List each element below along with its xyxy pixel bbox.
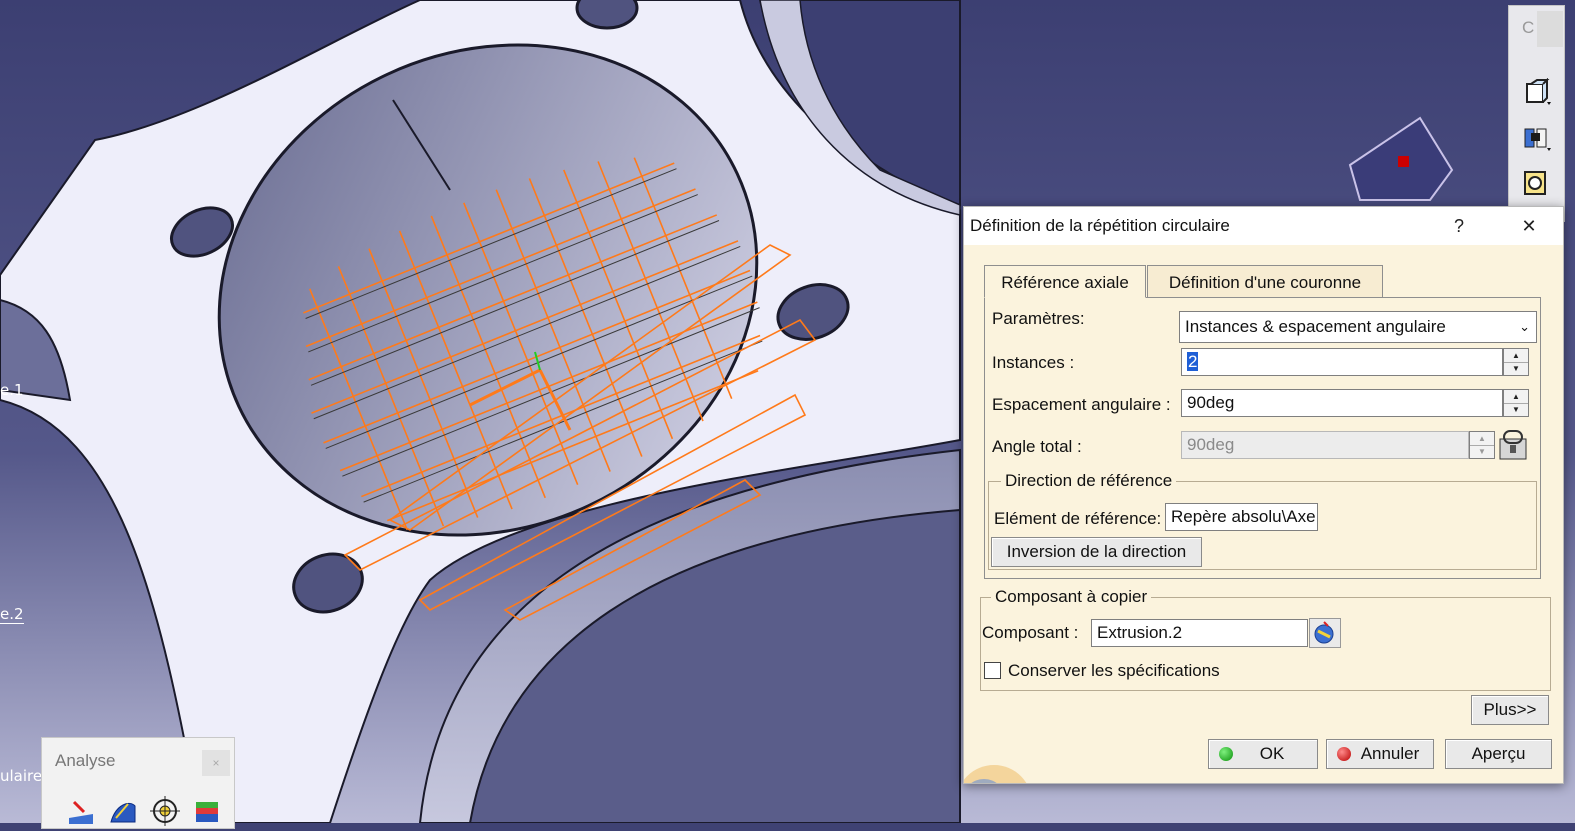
circular-pattern-dialog: Définition de la répétition circulaire ?… xyxy=(963,206,1564,784)
curvature-analysis-icon[interactable] xyxy=(108,796,138,826)
thickness-analysis-icon[interactable] xyxy=(192,796,222,826)
instances-input[interactable]: 2 xyxy=(1181,348,1503,376)
help-button[interactable]: ? xyxy=(1442,211,1476,241)
small-hole-top xyxy=(575,0,639,30)
angle-total-input: 90deg xyxy=(1181,431,1469,459)
cancel-icon xyxy=(1337,747,1351,761)
select-component-icon[interactable] xyxy=(1309,618,1341,648)
close-button[interactable]: ✕ xyxy=(1512,211,1546,241)
right-toolbar: C xyxy=(1508,5,1565,222)
lock-icon[interactable] xyxy=(1498,429,1532,461)
measure-icon[interactable] xyxy=(150,796,180,826)
dialog-title: Définition de la répétition circulaire xyxy=(970,216,1230,235)
espacement-label: Espacement angulaire : xyxy=(992,395,1171,414)
element-reference-label: Elément de référence: xyxy=(994,509,1162,528)
parametres-label: Paramètres: xyxy=(992,309,1085,328)
tab-definition-couronne[interactable]: Définition d'une couronne xyxy=(1147,265,1383,298)
ok-label: OK xyxy=(1259,744,1285,763)
tree-label-3[interactable]: ulaire. xyxy=(0,767,47,785)
ok-icon xyxy=(1219,747,1233,761)
composant-label: Composant : xyxy=(982,623,1079,642)
direction-reference-legend: Direction de référence xyxy=(1001,471,1177,491)
tree-label-2[interactable]: e.2 xyxy=(0,605,24,624)
angle-total-label: Angle total : xyxy=(992,437,1082,456)
toolbar-close-area[interactable] xyxy=(1537,11,1563,47)
toolbar-title: C xyxy=(1522,18,1535,37)
espacement-input[interactable]: 90deg xyxy=(1181,389,1503,417)
tab-reference-axiale[interactable]: Référence axiale xyxy=(984,265,1146,298)
analyse-title: Analyse xyxy=(55,751,116,770)
espacement-spinner[interactable]: ▲ ▼ xyxy=(1503,389,1529,417)
chevron-down-icon: ⌄ xyxy=(1519,319,1530,334)
analyse-close-button[interactable]: × xyxy=(202,750,230,776)
annuler-label: Annuler xyxy=(1360,744,1420,763)
analyse-toolbar: Analyse × xyxy=(41,737,235,829)
instances-value: 2 xyxy=(1187,352,1199,371)
plus-button[interactable]: Plus>> xyxy=(1471,695,1549,725)
instances-spinner[interactable]: ▲ ▼ xyxy=(1503,348,1529,376)
assembly-icon[interactable] xyxy=(1521,124,1551,154)
composant-input[interactable]: Extrusion.2 xyxy=(1091,619,1308,647)
apercu-button[interactable]: Aperçu xyxy=(1445,739,1552,769)
catia-logo xyxy=(964,743,1034,783)
hole-icon[interactable] xyxy=(1521,168,1551,198)
parametres-select[interactable]: Instances & espacement angulaire ⌄ xyxy=(1179,311,1537,343)
conserver-checkbox[interactable] xyxy=(984,662,1001,679)
draft-analysis-icon[interactable] xyxy=(66,796,96,826)
dialog-titlebar[interactable]: Définition de la répétition circulaire ?… xyxy=(964,207,1563,245)
parametres-value: Instances & espacement angulaire xyxy=(1185,317,1446,336)
conserver-label: Conserver les spécifications xyxy=(1008,661,1220,680)
angle-total-spinner: ▲ ▼ xyxy=(1469,431,1495,459)
inversion-direction-button[interactable]: Inversion de la direction xyxy=(991,537,1202,567)
annuler-button[interactable]: Annuler xyxy=(1326,739,1434,769)
part-body-icon[interactable] xyxy=(1521,77,1551,108)
tab-panel: Paramètres: Instances & espacement angul… xyxy=(984,297,1541,579)
ok-button[interactable]: OK xyxy=(1208,739,1318,769)
instances-label: Instances : xyxy=(992,353,1075,372)
composant-legend: Composant à copier xyxy=(991,587,1152,607)
tree-label-1[interactable]: e.1 xyxy=(0,381,24,399)
element-reference-input[interactable]: Repère absolu\Axe xyxy=(1165,503,1318,531)
